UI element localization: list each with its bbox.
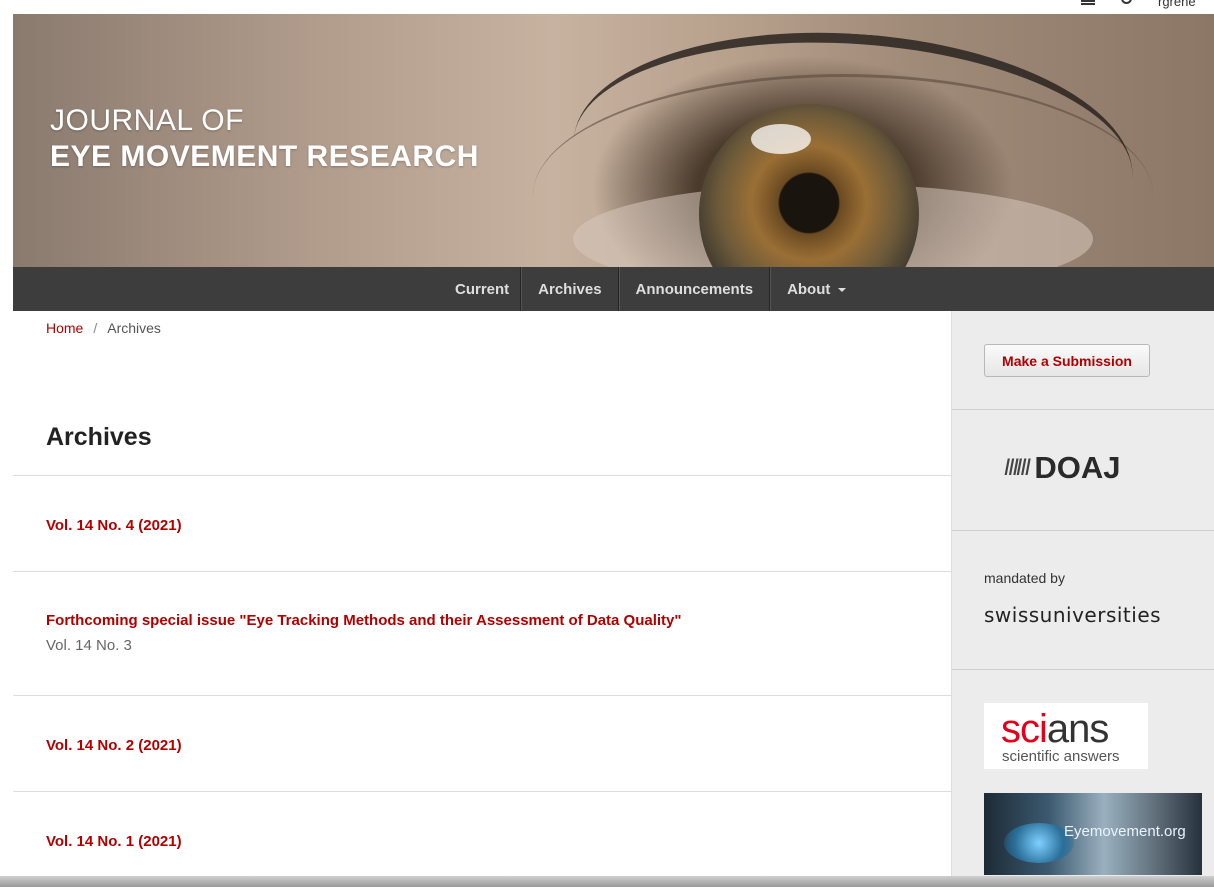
issue-title-link[interactable]: Vol. 14 No. 4 (2021) bbox=[46, 517, 182, 534]
sidebar-block-mandated: mandated by swissuniversities bbox=[952, 531, 1214, 670]
breadcrumb-home-link[interactable]: Home bbox=[46, 320, 83, 336]
journal-title-line2: EYE MOVEMENT RESEARCH bbox=[50, 140, 479, 173]
journal-title-line1: JOURNAL OF bbox=[50, 104, 244, 137]
eyemovement-label: Eyemovement.org bbox=[1064, 823, 1186, 840]
nav-item-announcements[interactable]: Announcements bbox=[618, 267, 771, 311]
sidebar-block-partners: scians scientific answers Eyemovement.or… bbox=[952, 670, 1214, 887]
issue-summary: Forthcoming special issue "Eye Tracking … bbox=[13, 571, 951, 695]
nav-item-about[interactable]: About bbox=[770, 267, 862, 311]
header-banner: JOURNAL OF EYE MOVEMENT RESEARCH bbox=[13, 14, 1214, 267]
journal-title-link[interactable]: JOURNAL OF EYE MOVEMENT RESEARCH bbox=[50, 104, 479, 174]
primary-nav: Current Archives Announcements About bbox=[13, 267, 1214, 311]
nav-item-current[interactable]: Current bbox=[445, 267, 522, 311]
doaj-logo-text: DOAJ bbox=[1034, 450, 1121, 485]
top-utility-bar: rgrene bbox=[0, 0, 1214, 14]
breadcrumb-separator: / bbox=[93, 320, 98, 336]
sidebar-block-doaj: ⅢⅢ DOAJ bbox=[952, 410, 1214, 531]
scians-logo-text: scians bbox=[1001, 707, 1109, 751]
nav-item-archives[interactable]: Archives bbox=[521, 267, 619, 311]
menu-icon[interactable] bbox=[1081, 0, 1095, 5]
scians-tagline: scientific answers bbox=[1002, 748, 1120, 765]
search-icon[interactable] bbox=[1121, 0, 1132, 4]
issue-title-link[interactable]: Vol. 14 No. 2 (2021) bbox=[46, 737, 182, 754]
sidebar-block-submission: Make a Submission bbox=[952, 311, 1214, 410]
doaj-logo-link[interactable]: ⅢⅢ DOAJ bbox=[1004, 450, 1120, 486]
os-dock bbox=[0, 876, 1214, 887]
breadcrumb-current: Archives bbox=[107, 320, 161, 336]
mandated-by-label: mandated by bbox=[984, 570, 1065, 586]
banner-eyelash bbox=[564, 14, 1142, 267]
scians-logo-link[interactable]: scians scientific answers bbox=[984, 703, 1148, 769]
user-menu-link[interactable]: rgrene bbox=[1158, 0, 1196, 9]
issue-series: Vol. 14 No. 3 bbox=[46, 637, 132, 654]
doaj-mark-icon: ⅢⅢ bbox=[1004, 455, 1031, 481]
nav-item-about-label: About bbox=[787, 280, 831, 298]
make-submission-button[interactable]: Make a Submission bbox=[984, 344, 1150, 377]
eyemovement-banner-link[interactable]: Eyemovement.org bbox=[984, 793, 1202, 875]
main-content: Home / Archives Archives Vol. 14 No. 4 (20… bbox=[13, 311, 952, 887]
issue-summary: Vol. 14 No. 2 (2021) bbox=[13, 695, 951, 791]
issue-summary: Vol. 14 No. 4 (2021) bbox=[13, 475, 951, 571]
sidebar: Make a Submission ⅢⅢ DOAJ mandated by sw… bbox=[952, 311, 1214, 887]
swissuniversities-logo-link[interactable]: swissuniversities bbox=[984, 603, 1161, 627]
chevron-down-icon bbox=[838, 288, 847, 292]
breadcrumb: Home / Archives bbox=[46, 320, 161, 336]
issue-title-link[interactable]: Vol. 14 No. 1 (2021) bbox=[46, 833, 182, 850]
issue-summary: Vol. 14 No. 1 (2021) bbox=[13, 791, 951, 887]
page-title: Archives bbox=[46, 423, 152, 451]
issue-title-link[interactable]: Forthcoming special issue "Eye Tracking … bbox=[46, 612, 682, 629]
